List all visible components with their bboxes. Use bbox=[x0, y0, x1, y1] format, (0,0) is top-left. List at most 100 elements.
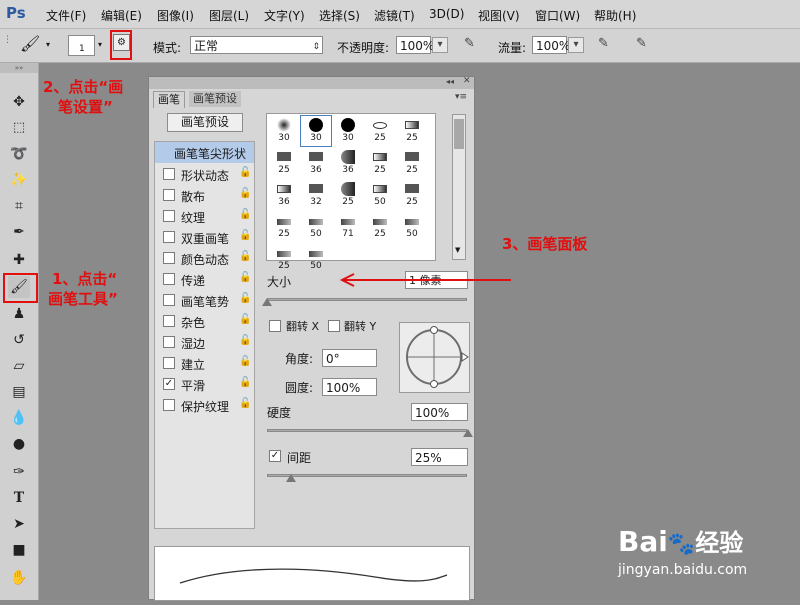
brush-tip[interactable]: 25 bbox=[396, 115, 428, 147]
close-icon[interactable]: ✕ bbox=[463, 76, 471, 86]
chevron-down-icon[interactable]: ▾ bbox=[98, 40, 102, 49]
brush-tip[interactable]: 25 bbox=[332, 179, 364, 211]
brush-tip[interactable]: 50 bbox=[364, 179, 396, 211]
option-checkbox[interactable]: ✓ bbox=[163, 378, 175, 390]
brush-option-item[interactable]: 杂色 🔓 bbox=[155, 311, 254, 332]
option-checkbox[interactable] bbox=[163, 294, 175, 306]
panel-header[interactable]: ◂◂ ✕ bbox=[149, 76, 474, 89]
brush-tip[interactable]: 32 bbox=[300, 179, 332, 211]
brush-size-picker[interactable]: 1 bbox=[68, 35, 95, 56]
pen-tool-icon[interactable]: ✑ bbox=[8, 461, 30, 483]
brush-option-item[interactable]: ✓ 平滑 🔓 bbox=[155, 374, 254, 395]
brush-tip[interactable]: 25 bbox=[364, 147, 396, 179]
brush-tip[interactable]: 50 bbox=[300, 243, 332, 275]
hand-tool-icon[interactable]: ✋ bbox=[8, 567, 30, 589]
brush-tip[interactable]: 30 bbox=[300, 115, 332, 147]
tip-grid-scrollbar[interactable]: ▼ bbox=[452, 114, 466, 260]
brush-option-item[interactable]: 纹理 🔓 bbox=[155, 206, 254, 227]
scrollbar-thumb[interactable] bbox=[454, 119, 464, 149]
option-checkbox[interactable] bbox=[163, 189, 175, 201]
option-checkbox[interactable] bbox=[163, 399, 175, 411]
healing-brush-tool-icon[interactable]: ✚ bbox=[8, 249, 30, 271]
tab-brush[interactable]: 画笔 bbox=[153, 91, 185, 108]
magic-wand-tool-icon[interactable]: ✨ bbox=[8, 169, 30, 191]
brush-tip[interactable]: 25 bbox=[268, 243, 300, 275]
brush-option-item[interactable]: 画笔笔势 🔓 bbox=[155, 290, 254, 311]
menu-file[interactable]: 文件(F) bbox=[46, 7, 86, 24]
panel-menu-icon[interactable]: ▾≡ bbox=[455, 92, 467, 102]
collapse-icon[interactable]: ◂◂ bbox=[446, 77, 454, 86]
opacity-field[interactable]: 100% bbox=[396, 36, 434, 54]
pressure-opacity-icon[interactable]: ✎ bbox=[464, 36, 475, 51]
spacing-field[interactable]: 25% bbox=[411, 448, 468, 466]
brush-tip[interactable]: 25 bbox=[364, 211, 396, 243]
eyedropper-tool-icon[interactable]: ✒ bbox=[8, 221, 30, 243]
lock-icon[interactable]: 🔓 bbox=[239, 230, 251, 241]
angle-field[interactable]: 0° bbox=[322, 349, 377, 367]
brush-preset-icon[interactable]: 🖌 bbox=[20, 34, 40, 53]
brush-tip-shape-item[interactable]: 画笔笔尖形状 bbox=[155, 142, 254, 163]
lock-icon[interactable]: 🔓 bbox=[239, 398, 251, 409]
lock-icon[interactable]: 🔓 bbox=[239, 272, 251, 283]
brush-tip[interactable]: 25 bbox=[364, 115, 396, 147]
flow-field[interactable]: 100% bbox=[532, 36, 570, 54]
option-checkbox[interactable] bbox=[163, 315, 175, 327]
menu-3d[interactable]: 3D(D) bbox=[429, 7, 464, 21]
lock-icon[interactable]: 🔓 bbox=[239, 209, 251, 220]
type-tool-icon[interactable]: T bbox=[8, 487, 30, 509]
brush-option-item[interactable]: 建立 🔓 bbox=[155, 353, 254, 374]
option-checkbox[interactable] bbox=[163, 252, 175, 264]
gradient-tool-icon[interactable]: ▤ bbox=[8, 381, 30, 403]
menu-select[interactable]: 选择(S) bbox=[319, 7, 360, 24]
brush-option-item[interactable]: 传递 🔓 bbox=[155, 269, 254, 290]
menu-filter[interactable]: 滤镜(T) bbox=[374, 7, 415, 24]
brush-angle-preview[interactable] bbox=[399, 322, 470, 393]
mode-select[interactable]: 正常 ⇕ bbox=[190, 36, 323, 54]
option-checkbox[interactable] bbox=[163, 357, 175, 369]
menu-view[interactable]: 视图(V) bbox=[478, 7, 520, 24]
lock-icon[interactable]: 🔓 bbox=[239, 314, 251, 325]
spacing-checkbox[interactable]: ✓ bbox=[269, 450, 281, 462]
lasso-tool-icon[interactable]: ➰ bbox=[8, 143, 30, 165]
lock-icon[interactable]: 🔓 bbox=[239, 356, 251, 367]
brush-option-item[interactable]: 保护纹理 🔓 bbox=[155, 395, 254, 416]
tab-brush-presets[interactable]: 画笔预设 bbox=[189, 91, 241, 107]
brush-tip[interactable]: 36 bbox=[300, 147, 332, 179]
lock-icon[interactable]: 🔓 bbox=[239, 335, 251, 346]
opacity-dropdown-button[interactable]: ▾ bbox=[432, 37, 448, 53]
lock-icon[interactable]: 🔓 bbox=[239, 251, 251, 262]
brush-tip[interactable]: 36 bbox=[268, 179, 300, 211]
menu-help[interactable]: 帮助(H) bbox=[594, 7, 636, 24]
lock-icon[interactable]: 🔓 bbox=[239, 293, 251, 304]
brush-presets-button[interactable]: 画笔预设 bbox=[167, 113, 243, 132]
toolbar-collapse-icon[interactable]: »» bbox=[0, 63, 38, 73]
crop-tool-icon[interactable]: ⌗ bbox=[8, 195, 30, 217]
menu-layer[interactable]: 图层(L) bbox=[209, 7, 249, 24]
marquee-tool-icon[interactable]: ⬚ bbox=[8, 117, 30, 139]
lock-icon[interactable]: 🔓 bbox=[239, 377, 251, 388]
lock-icon[interactable]: 🔓 bbox=[239, 167, 251, 178]
brush-option-item[interactable]: 颜色动态 🔓 bbox=[155, 248, 254, 269]
chevron-down-icon[interactable]: ▼ bbox=[455, 246, 460, 254]
flip-y-checkbox[interactable] bbox=[328, 320, 340, 332]
brush-tip[interactable]: 30 bbox=[332, 115, 364, 147]
hardness-slider[interactable] bbox=[267, 429, 467, 432]
chevron-down-icon[interactable]: ▾ bbox=[46, 40, 50, 49]
move-tool-icon[interactable]: ✥ bbox=[8, 91, 30, 113]
roundness-field[interactable]: 100% bbox=[322, 378, 377, 396]
path-selection-tool-icon[interactable]: ➤ bbox=[8, 513, 30, 535]
pressure-size-icon[interactable]: ✎ bbox=[636, 36, 647, 51]
brush-option-item[interactable]: 散布 🔓 bbox=[155, 185, 254, 206]
brush-option-item[interactable]: 湿边 🔓 bbox=[155, 332, 254, 353]
airbrush-icon[interactable]: ✎ bbox=[598, 36, 609, 51]
brush-tip[interactable]: 71 bbox=[332, 211, 364, 243]
shape-tool-icon[interactable]: ■ bbox=[8, 539, 30, 561]
history-brush-tool-icon[interactable]: ↺ bbox=[8, 329, 30, 351]
menu-window[interactable]: 窗口(W) bbox=[535, 7, 580, 24]
brush-tip[interactable]: 50 bbox=[300, 211, 332, 243]
brush-tip[interactable]: 36 bbox=[332, 147, 364, 179]
brush-option-item[interactable]: 形状动态 🔓 bbox=[155, 164, 254, 185]
brush-tip[interactable]: 25 bbox=[268, 147, 300, 179]
dodge-tool-icon[interactable]: ● bbox=[8, 433, 30, 455]
brush-tip[interactable]: 50 bbox=[396, 211, 428, 243]
